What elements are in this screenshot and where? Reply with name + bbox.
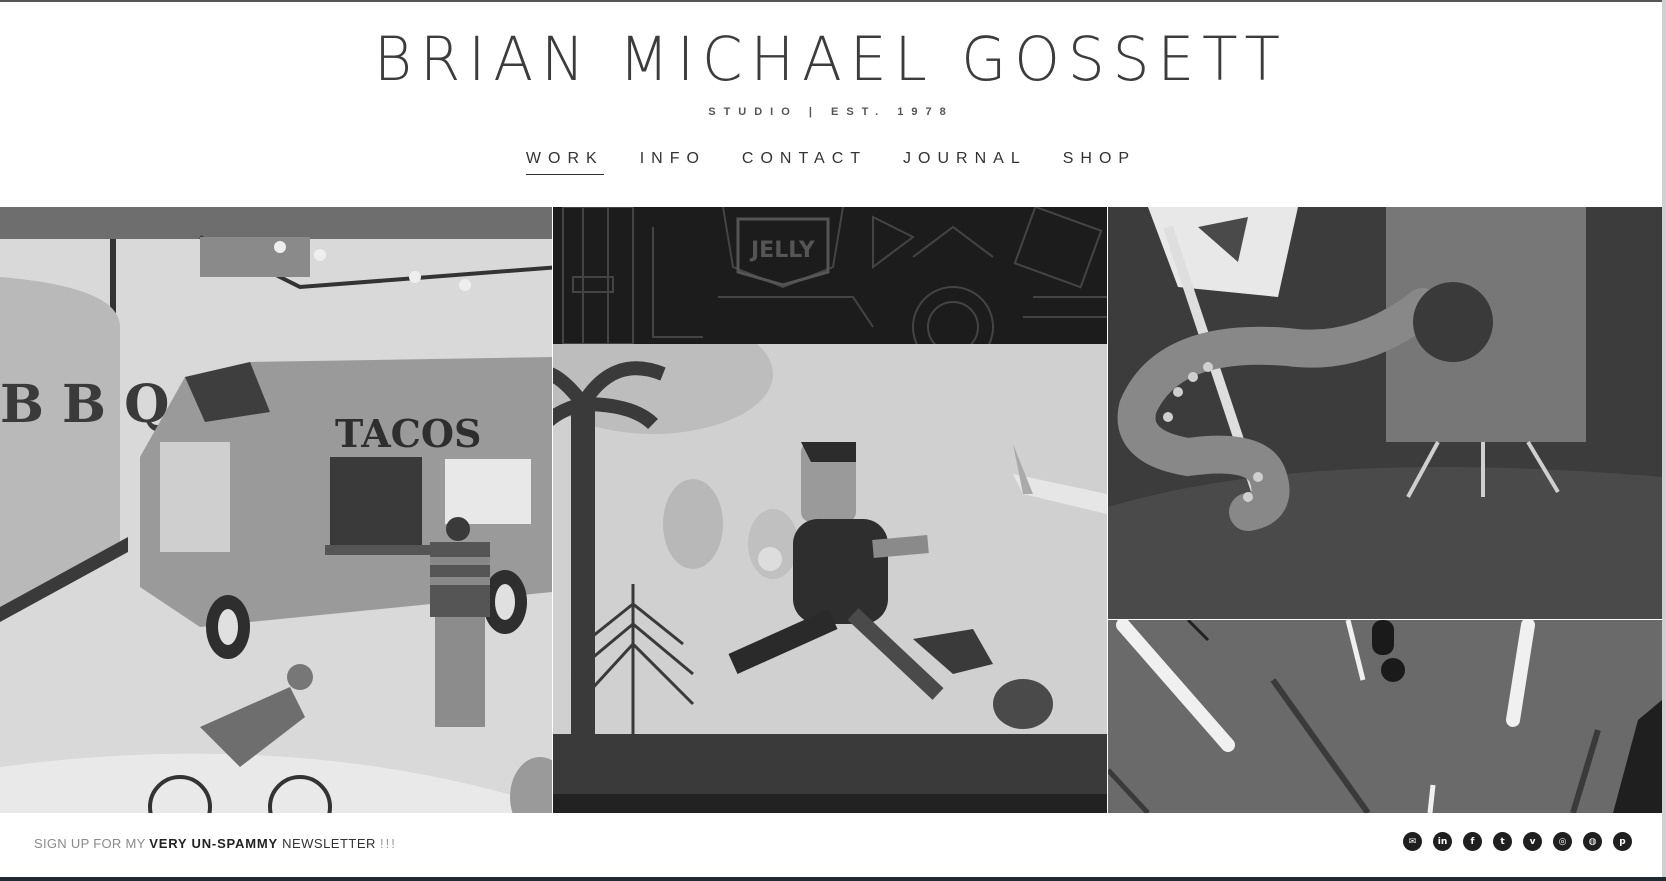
- dribbble-icon[interactable]: ◍: [1583, 832, 1602, 851]
- main-nav: WORK INFO CONTACT JOURNAL SHOP: [0, 150, 1662, 175]
- mail-icon[interactable]: ✉: [1403, 832, 1422, 851]
- newsletter-signup-link[interactable]: SIGN UP FOR MY VERY UN-SPAMMY NEWSLETTER…: [34, 836, 397, 851]
- nav-shop[interactable]: SHOP: [1063, 150, 1136, 175]
- tacos-sign: TACOS: [335, 411, 481, 456]
- nav-journal[interactable]: JOURNAL: [903, 150, 1027, 175]
- speed-lines-illustration: [1108, 620, 1662, 813]
- pinterest-icon[interactable]: p: [1613, 832, 1632, 851]
- jelly-badge-text: JELLY: [749, 238, 816, 263]
- project-tile-food-trucks[interactable]: B B Q TACOS: [0, 207, 552, 813]
- newsletter-pre: SIGN UP FOR MY: [34, 836, 150, 851]
- facebook-icon[interactable]: f: [1463, 832, 1482, 851]
- nav-info[interactable]: INFO: [640, 150, 706, 175]
- bbq-text: B B Q: [0, 374, 169, 435]
- instagram-icon[interactable]: ◎: [1553, 832, 1572, 851]
- site-logo[interactable]: BRIAN MICHAEL GOSSETT STUDIO | EST. 1978: [0, 23, 1662, 118]
- newsletter-post: NEWSLETTER: [277, 836, 381, 851]
- project-tile-jelly-pattern[interactable]: JELLY: [553, 207, 1107, 344]
- logo-subtitle: STUDIO | EST. 1978: [708, 106, 954, 118]
- jelly-pattern-illustration: JELLY: [553, 207, 1107, 344]
- project-tile-speed-lines[interactable]: [1108, 620, 1662, 813]
- nav-contact[interactable]: CONTACT: [742, 150, 867, 175]
- logo-title: BRIAN MICHAEL GOSSETT: [374, 23, 1288, 95]
- newsletter-bold: VERY UN-SPAMMY: [149, 836, 278, 851]
- linkedin-icon[interactable]: in: [1433, 832, 1452, 851]
- scrollbar-track[interactable]: [1662, 0, 1666, 881]
- nav-work[interactable]: WORK: [525, 150, 604, 175]
- newsletter-exclaim: !!!: [380, 836, 397, 851]
- running-man-illustration: [553, 344, 1107, 813]
- social-links: ✉ in f t v ◎ ◍ p: [1403, 832, 1632, 851]
- top-border: [0, 0, 1666, 2]
- project-tile-tentacle[interactable]: [1108, 207, 1662, 619]
- bottom-border: [0, 877, 1666, 881]
- tentacle-illustration: [1108, 207, 1662, 619]
- food-trucks-illustration: B B Q TACOS: [0, 207, 552, 813]
- twitter-icon[interactable]: t: [1493, 832, 1512, 851]
- project-tile-running-man[interactable]: [553, 344, 1107, 813]
- vimeo-icon[interactable]: v: [1523, 832, 1542, 851]
